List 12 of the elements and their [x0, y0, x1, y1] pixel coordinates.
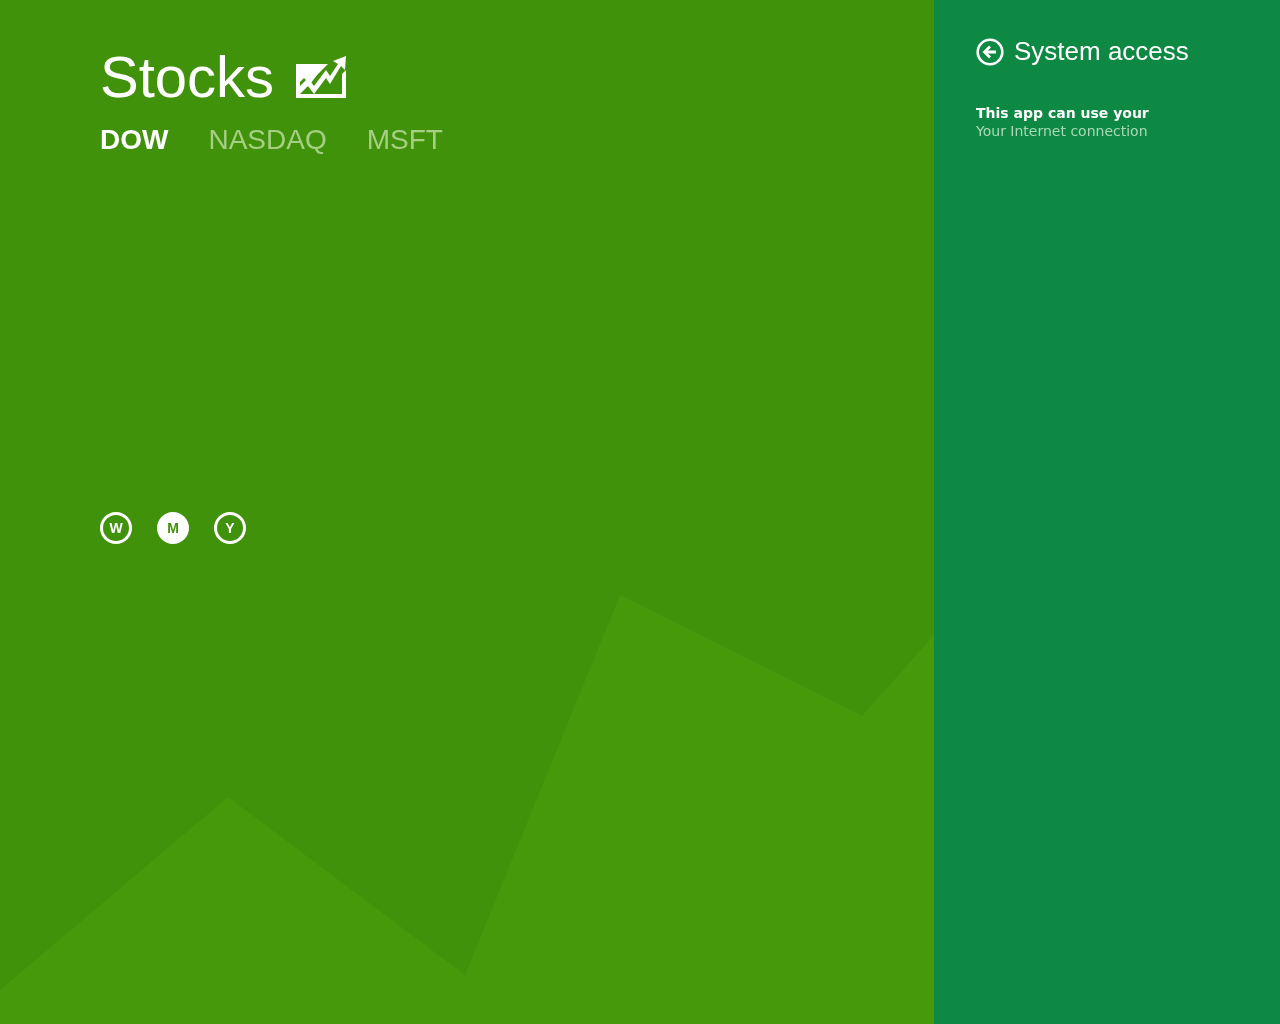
stock-tab[interactable]: NASDAQ — [208, 124, 327, 156]
back-icon[interactable] — [976, 37, 1004, 66]
stock-tab[interactable]: DOW — [100, 124, 169, 156]
chart-arrow-icon — [296, 56, 347, 98]
permission-item: Your Internet connection — [976, 123, 1149, 139]
time-range-button[interactable]: M — [157, 512, 189, 544]
time-range-button[interactable]: Y — [214, 512, 246, 544]
stock-tab[interactable]: MSFT — [366, 124, 443, 156]
permission-heading: This app can use your — [976, 105, 1150, 121]
time-range-button[interactable]: W — [100, 512, 132, 544]
panel-title: System access — [1014, 36, 1189, 67]
app-title: Stocks — [100, 44, 275, 110]
